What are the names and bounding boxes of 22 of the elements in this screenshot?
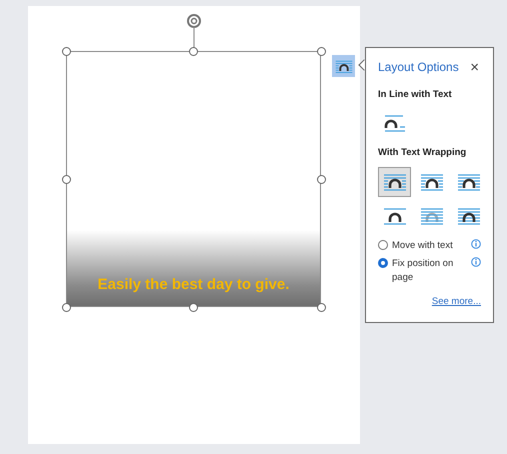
radio-button[interactable] bbox=[378, 258, 388, 268]
close-button[interactable]: × bbox=[470, 60, 481, 74]
section-heading: In Line with Text bbox=[378, 88, 453, 102]
wrap-option-button[interactable] bbox=[378, 166, 411, 196]
wrap-icon bbox=[382, 206, 406, 226]
wrap-icon bbox=[382, 172, 406, 192]
radio-label: Fix position on page bbox=[392, 256, 454, 284]
image-caption: Easily the best day to give. bbox=[98, 274, 290, 294]
wrap-icon bbox=[457, 172, 482, 192]
wrap-icon bbox=[420, 172, 444, 192]
radio-button[interactable] bbox=[378, 240, 388, 250]
wrap-icon bbox=[420, 206, 444, 226]
layout-options-button[interactable] bbox=[332, 55, 355, 77]
info-icon[interactable] bbox=[471, 256, 481, 266]
section-heading: With Text Wrapping bbox=[378, 146, 468, 160]
see-more-link[interactable]: See more... bbox=[432, 294, 481, 309]
panel-title: Layout Options bbox=[378, 59, 459, 76]
wrap-icon bbox=[457, 206, 482, 226]
wrap-icon bbox=[334, 58, 352, 74]
wrap-icon bbox=[382, 113, 406, 134]
radio-label: Move with text bbox=[392, 238, 454, 252]
info-icon[interactable] bbox=[471, 238, 481, 248]
